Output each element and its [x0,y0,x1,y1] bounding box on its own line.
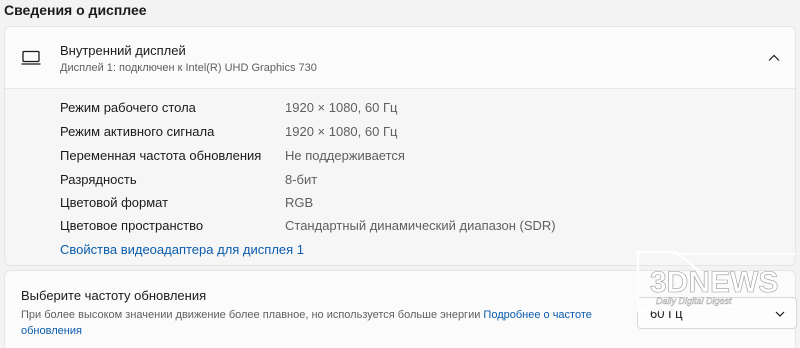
property-row: Цветовой формат RGB [60,195,785,215]
section-title: Сведения о дисплее [4,2,147,18]
property-label: Переменная частота обновления [60,148,262,163]
property-label: Режим активного сигнала [60,124,215,139]
display-connection: Дисплей 1: подключен к Intel(R) UHD Grap… [60,62,317,74]
display-info-card: Внутренний дисплей Дисплей 1: подключен … [4,26,796,266]
property-label: Режим рабочего стола [60,100,196,115]
adapter-properties-link[interactable]: Свойства видеоадаптера для дисплея 1 [60,242,304,257]
svg-text:3DNEWS: 3DNEWS [650,266,778,299]
refresh-rate-description: При более высоком значении движение боле… [21,307,621,339]
property-value: Стандартный динамический диапазон (SDR) [285,218,556,233]
monitor-icon [21,50,41,65]
property-value: 1920 × 1080, 60 Гц [285,124,398,139]
property-value: Не поддерживается [285,148,405,163]
property-value: 1920 × 1080, 60 Гц [285,100,398,115]
property-row: Разрядность 8-бит [60,172,785,192]
property-label: Цветовое пространство [60,218,204,233]
property-label: Разрядность [60,172,137,187]
property-row: Переменная частота обновления Не поддерж… [60,148,785,168]
refresh-rate-title: Выберите частоту обновления [21,288,207,303]
display-card-header[interactable]: Внутренний дисплей Дисплей 1: подключен … [5,27,795,89]
watermark-logo: 3DNEWS Daily Digital Digest [636,250,796,312]
property-row: Режим рабочего стола 1920 × 1080, 60 Гц [60,100,785,120]
chevron-up-icon[interactable] [767,51,781,65]
property-value: RGB [285,195,314,210]
svg-text:Daily Digital Digest: Daily Digital Digest [656,296,732,306]
display-name: Внутренний дисплей [60,43,186,58]
refresh-rate-description-text: При более высоком значении движение боле… [21,309,481,321]
property-label: Цветовой формат [60,195,169,210]
property-row: Цветовое пространство Стандартный динами… [60,218,785,238]
display-properties: Режим рабочего стола 1920 × 1080, 60 Гц … [5,89,795,265]
property-value: 8-бит [285,172,318,187]
property-row: Режим активного сигнала 1920 × 1080, 60 … [60,124,785,144]
